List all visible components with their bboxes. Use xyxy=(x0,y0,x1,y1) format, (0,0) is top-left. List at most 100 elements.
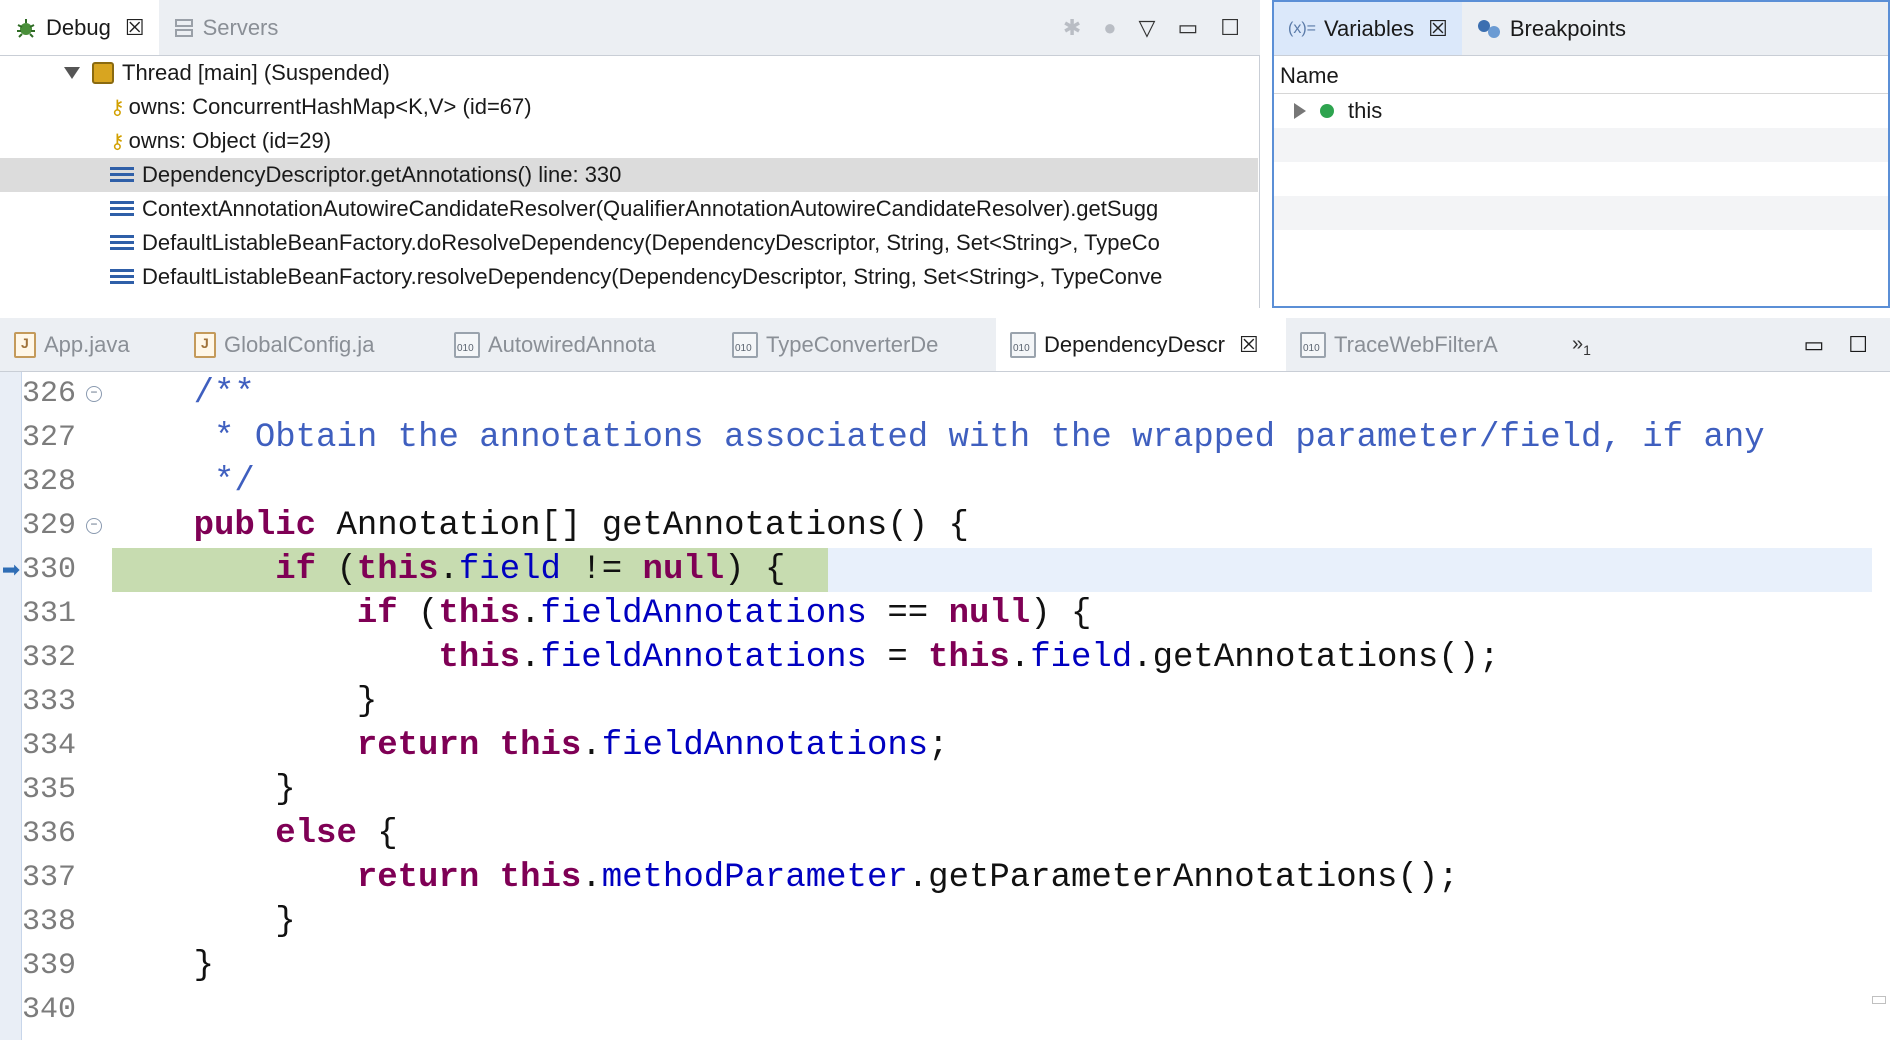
code-line: return this.fieldAnnotations; xyxy=(356,727,949,765)
thread-label: Thread [main] (Suspended) xyxy=(122,60,390,85)
editor-tab[interactable]: TypeConverterDe xyxy=(718,318,996,371)
expand-icon[interactable] xyxy=(1294,103,1306,119)
stack-frame-row[interactable]: DefaultListableBeanFactory.resolveDepend… xyxy=(0,260,1258,294)
remove-all-terminated-icon[interactable]: ✱ xyxy=(1063,15,1081,41)
variables-column-header[interactable]: Name xyxy=(1274,56,1888,94)
editor-tab-label: TypeConverterDe xyxy=(766,331,939,357)
variables-icon: (x)= xyxy=(1288,19,1316,37)
variables-list: this xyxy=(1274,94,1888,230)
editor-tabbar: App.java GlobalConfig.ja AutowiredAnnota… xyxy=(0,318,1890,372)
class-file-icon xyxy=(1300,331,1326,358)
stack-frame-label: ContextAnnotationAutowireCandidateResolv… xyxy=(142,196,1159,221)
editor-tab-active[interactable]: DependencyDescr ☒ xyxy=(996,318,1286,371)
tab-debug-label: Debug xyxy=(46,14,111,40)
variables-tabbar: (x)= Variables ☒ Breakpoints xyxy=(1274,2,1888,56)
code-editor[interactable]: ➡ 326− 327 328 329− 330 331 332 333 334 … xyxy=(0,372,1890,1040)
java-file-icon xyxy=(14,331,36,358)
code-text[interactable]: /** * Obtain the annotations associated … xyxy=(112,372,1872,1040)
java-file-icon xyxy=(194,331,216,358)
line-number: 338 xyxy=(22,905,77,939)
variable-row[interactable]: this xyxy=(1274,94,1888,128)
code-line: else { xyxy=(275,815,398,853)
variable-name: this xyxy=(1348,98,1383,123)
editor-tab-label: DependencyDescr xyxy=(1044,331,1225,357)
maximize-icon[interactable]: ☐ xyxy=(1220,15,1240,41)
threads-icon[interactable]: ● xyxy=(1103,15,1116,41)
line-number-current: 330 xyxy=(22,553,77,587)
fold-collapse-icon[interactable]: − xyxy=(86,518,102,534)
line-number: 337 xyxy=(22,861,77,895)
tab-variables[interactable]: (x)= Variables ☒ xyxy=(1274,2,1462,55)
thread-row[interactable]: Thread [main] (Suspended) xyxy=(0,56,1258,90)
stack-frame-label: DefaultListableBeanFactory.resolveDepend… xyxy=(142,264,1163,289)
line-number-gutter[interactable]: 326− 327 328 329− 330 331 332 333 334 33… xyxy=(22,372,108,1040)
thread-suspended-icon xyxy=(92,62,114,84)
code-line: } xyxy=(193,947,215,985)
stack-frame-icon xyxy=(110,269,134,285)
tab-servers[interactable]: Servers xyxy=(159,0,293,55)
tab-debug[interactable]: Debug ☒ xyxy=(0,0,159,55)
monitor-row[interactable]: ⚷ owns: ConcurrentHashMap<K,V> (id=67) xyxy=(0,90,1258,124)
variable-row-empty xyxy=(1274,162,1888,196)
line-number: 328 xyxy=(22,465,77,499)
line-number: 326− xyxy=(22,372,108,416)
stack-frame-icon xyxy=(110,167,134,183)
key-icon: ⚷ xyxy=(110,130,125,153)
editor-window-controls: ▭ ☐ xyxy=(1803,318,1890,371)
class-file-icon xyxy=(732,331,758,358)
line-number: 334 xyxy=(22,729,77,763)
stack-frame-label: DefaultListableBeanFactory.doResolveDepe… xyxy=(142,230,1160,255)
close-icon[interactable]: ☒ xyxy=(1239,332,1259,358)
variables-view: (x)= Variables ☒ Breakpoints Name this xyxy=(1272,0,1890,308)
tab-variables-label: Variables xyxy=(1324,15,1415,41)
monitor-row[interactable]: ⚷ owns: Object (id=29) xyxy=(0,124,1258,158)
code-line: */ xyxy=(214,463,255,501)
line-number: 327 xyxy=(22,421,77,455)
stack-frame-icon xyxy=(110,201,134,217)
stack-frame-row[interactable]: DependencyDescriptor.getAnnotations() li… xyxy=(0,158,1258,192)
maximize-icon[interactable]: ☐ xyxy=(1848,332,1868,358)
variable-row-empty xyxy=(1274,196,1888,230)
editor-tab-label: GlobalConfig.ja xyxy=(224,331,375,357)
editor-tab[interactable]: TraceWebFilterA xyxy=(1286,318,1556,371)
close-icon[interactable]: ☒ xyxy=(125,15,145,41)
more-tabs-button[interactable]: » 1 xyxy=(1572,318,1591,371)
code-line: } xyxy=(356,683,378,721)
bug-icon xyxy=(14,16,38,40)
minimize-icon[interactable]: ▭ xyxy=(1177,15,1198,41)
minimize-icon[interactable]: ▭ xyxy=(1803,332,1824,358)
editor-tab[interactable]: App.java xyxy=(0,318,180,371)
view-menu-icon[interactable]: ▽ xyxy=(1139,15,1156,41)
debug-tabbar: Debug ☒ Servers ✱ ● ▽ ▭ ☐ xyxy=(0,0,1260,56)
fold-collapse-icon[interactable]: − xyxy=(86,386,102,402)
overview-ruler[interactable] xyxy=(0,372,22,1040)
public-field-icon xyxy=(1320,104,1334,118)
line-number: 339 xyxy=(22,949,77,983)
line-number: 340 xyxy=(22,993,77,1027)
monitor-label: owns: ConcurrentHashMap<K,V> (id=67) xyxy=(128,94,532,119)
overview-marker[interactable] xyxy=(1872,996,1886,1004)
instruction-pointer-icon: ➡ xyxy=(1,557,21,582)
column-name-label: Name xyxy=(1280,63,1339,88)
servers-icon xyxy=(173,17,195,39)
class-file-icon xyxy=(454,331,480,358)
line-number: 332 xyxy=(22,641,77,675)
debug-tree: Thread [main] (Suspended) ⚷ owns: Concur… xyxy=(0,56,1258,308)
breakpoints-icon xyxy=(1476,18,1502,40)
editor-tab-label: TraceWebFilterA xyxy=(1334,331,1498,357)
key-icon: ⚷ xyxy=(110,96,125,119)
editor-tab[interactable]: GlobalConfig.ja xyxy=(180,318,440,371)
line-number: 335 xyxy=(22,773,77,807)
tab-breakpoints[interactable]: Breakpoints xyxy=(1462,2,1640,55)
stack-frame-row[interactable]: ContextAnnotationAutowireCandidateResolv… xyxy=(0,192,1258,226)
editor-tab[interactable]: AutowiredAnnota xyxy=(440,318,718,371)
line-number: 329− xyxy=(22,504,108,548)
tab-servers-label: Servers xyxy=(202,14,279,40)
more-tabs-count: 1 xyxy=(1583,341,1591,358)
class-file-icon xyxy=(1010,331,1036,358)
code-line: /** xyxy=(193,375,255,413)
collapse-icon[interactable] xyxy=(64,67,80,79)
stack-frame-row[interactable]: DefaultListableBeanFactory.doResolveDepe… xyxy=(0,226,1258,260)
close-icon[interactable]: ☒ xyxy=(1428,16,1448,42)
